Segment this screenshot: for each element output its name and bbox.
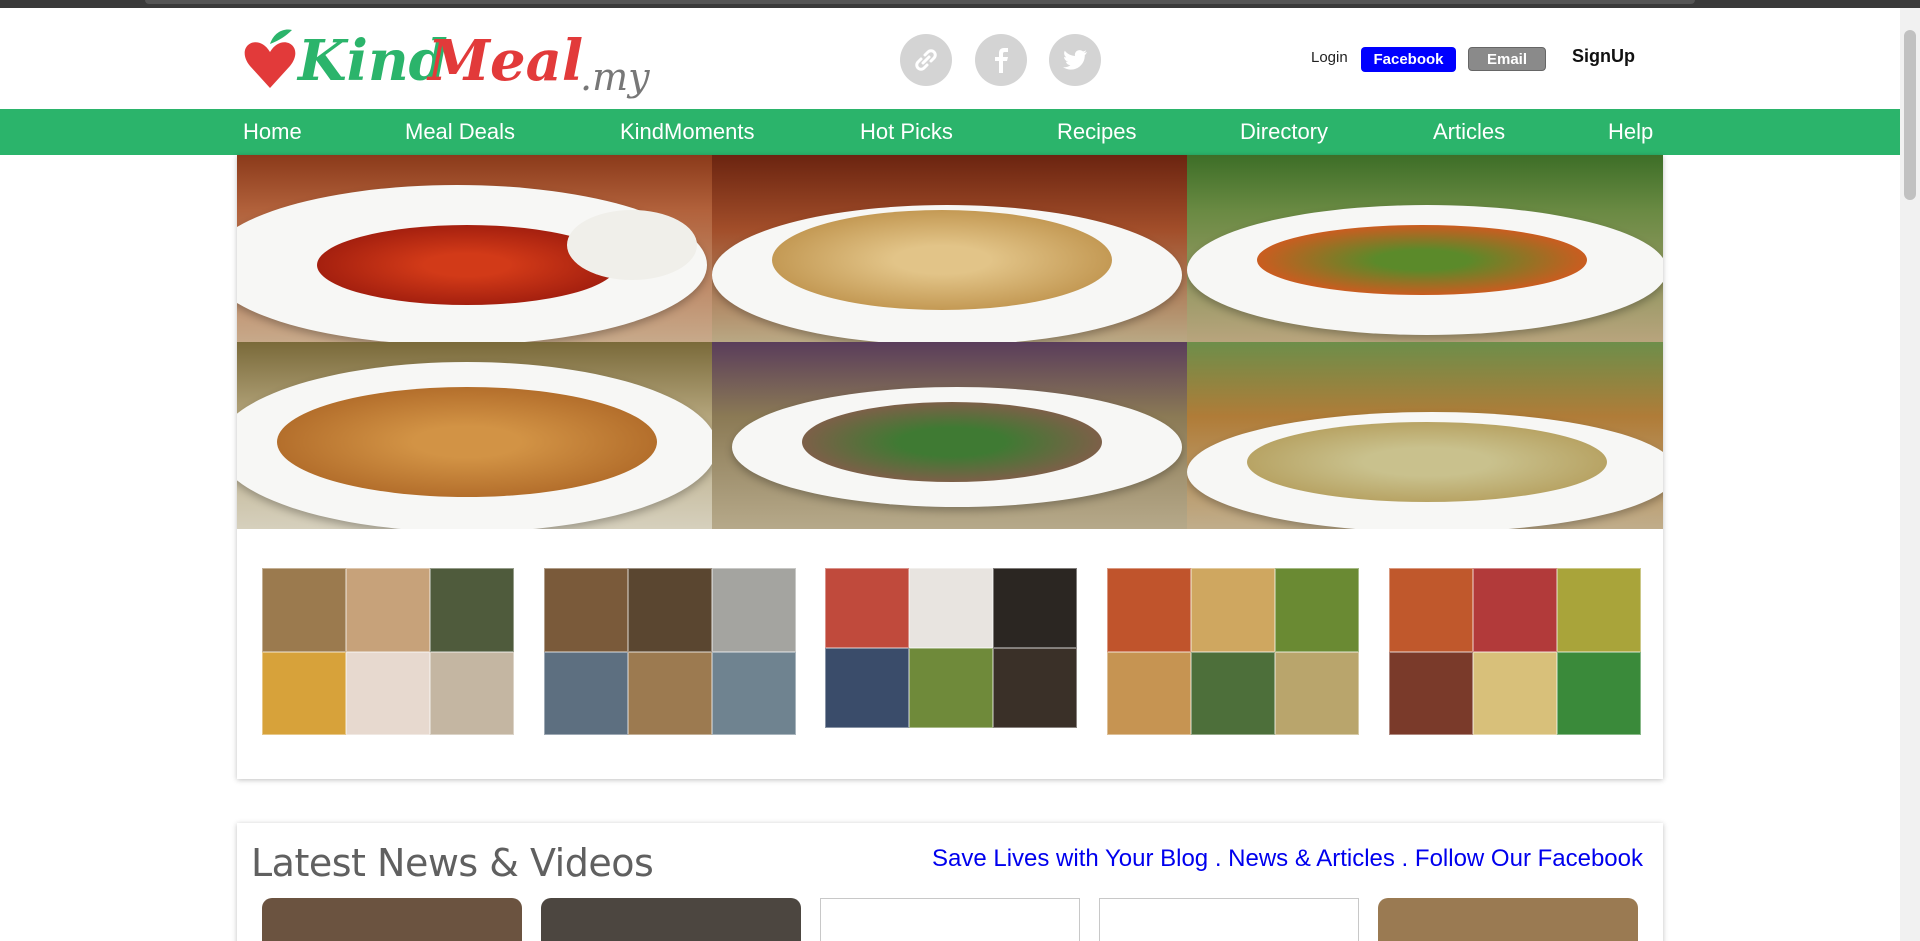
svg-text:.my: .my <box>580 55 650 99</box>
login-link[interactable]: Login <box>1311 49 1348 66</box>
blog-link[interactable]: Save Lives with Your Blog <box>932 845 1208 872</box>
nav-recipes[interactable]: Recipes <box>1057 119 1136 145</box>
category-thumbnail[interactable] <box>1107 568 1359 735</box>
signup-link[interactable]: SignUp <box>1572 46 1635 67</box>
news-thumbnail[interactable] <box>541 898 801 941</box>
email-login-button[interactable]: Email <box>1468 47 1546 71</box>
category-thumbnail[interactable] <box>1389 568 1641 735</box>
svg-text:Kind: Kind <box>296 28 448 94</box>
hero-banner <box>237 155 1663 779</box>
hero-dish-image <box>1187 155 1663 342</box>
link-separator: . <box>1394 845 1415 872</box>
follow-facebook-link[interactable]: Follow Our Facebook <box>1415 845 1643 872</box>
facebook-login-button[interactable]: Facebook <box>1361 47 1456 72</box>
news-links: Save Lives with Your Blog . News & Artic… <box>932 845 1643 873</box>
hero-dish-grid[interactable] <box>237 155 1663 529</box>
nav-meal-deals[interactable]: Meal Deals <box>405 119 515 145</box>
hero-dish-image <box>237 155 712 342</box>
hero-dish-image <box>1187 342 1663 529</box>
nav-hot-picks[interactable]: Hot Picks <box>860 119 953 145</box>
scrollbar-thumb[interactable] <box>1904 30 1916 200</box>
svg-text:Meal: Meal <box>426 28 583 94</box>
main-nav: Home Meal Deals KindMoments Hot Picks Re… <box>0 109 1900 155</box>
link-separator: . <box>1208 845 1229 872</box>
kindmeal-logo[interactable]: Kind Meal .my <box>240 22 680 112</box>
nav-kindmoments[interactable]: KindMoments <box>620 119 755 145</box>
hero-dish-image <box>712 155 1187 342</box>
hero-dish-image <box>712 342 1187 529</box>
news-thumbnail-broken-image[interactable] <box>1099 898 1359 941</box>
nav-articles[interactable]: Articles <box>1433 119 1505 145</box>
nav-directory[interactable]: Directory <box>1240 119 1328 145</box>
twitter-icon[interactable] <box>1049 34 1101 86</box>
news-section-title: Latest News & Videos <box>251 841 654 885</box>
browser-top-strip <box>0 0 1920 8</box>
news-section: Latest News & Videos Save Lives with You… <box>237 823 1663 941</box>
news-thumbnail[interactable] <box>262 898 522 941</box>
nav-home[interactable]: Home <box>243 119 302 145</box>
facebook-icon[interactable] <box>975 34 1027 86</box>
news-thumbnail[interactable] <box>1378 898 1638 941</box>
logo-graphic: Kind Meal .my <box>244 28 650 99</box>
category-thumbnails <box>262 568 1642 738</box>
category-thumbnail[interactable] <box>262 568 514 735</box>
page-scrollbar[interactable] <box>1900 8 1920 941</box>
nav-help[interactable]: Help <box>1608 119 1653 145</box>
articles-link[interactable]: News & Articles <box>1228 845 1395 872</box>
site-header: Kind Meal .my Login Facebook Email SignU… <box>0 8 1900 108</box>
category-thumbnail[interactable] <box>544 568 796 735</box>
news-thumbnail-broken-image[interactable] <box>820 898 1080 941</box>
hero-dish-image <box>237 342 712 529</box>
link-icon[interactable] <box>900 34 952 86</box>
category-thumbnail[interactable] <box>825 568 1077 728</box>
